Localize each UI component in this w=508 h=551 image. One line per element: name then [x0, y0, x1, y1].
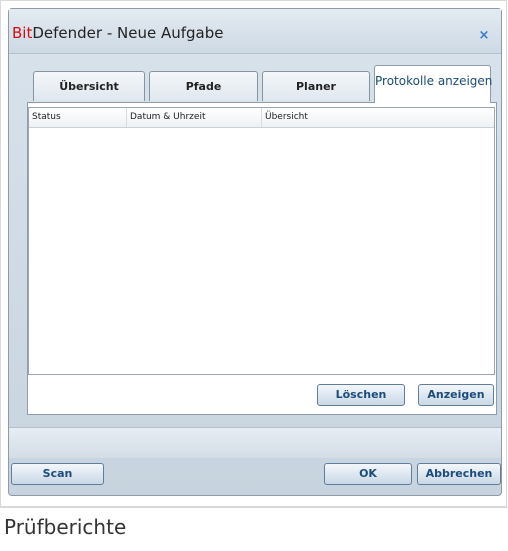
- column-header-date-time[interactable]: Datum & Uhrzeit: [127, 108, 262, 127]
- title-text: Defender - Neue Aufgabe: [32, 24, 224, 42]
- logs-panel: Status Datum & Uhrzeit Übersicht Löschen…: [27, 102, 497, 415]
- title-bar: BitDefender - Neue Aufgabe ×: [9, 9, 501, 54]
- delete-button[interactable]: Löschen: [317, 384, 405, 406]
- footer-separator: [9, 427, 501, 458]
- column-header-summary[interactable]: Übersicht: [262, 108, 494, 127]
- view-button[interactable]: Anzeigen: [418, 384, 494, 406]
- scan-button[interactable]: Scan: [11, 463, 104, 485]
- ok-button[interactable]: OK: [324, 463, 412, 485]
- tab-scheduler[interactable]: Planer: [262, 71, 370, 101]
- tab-strip: Übersicht Pfade Planer Protokolle anzeig…: [33, 65, 501, 103]
- column-header-status[interactable]: Status: [29, 108, 127, 127]
- tab-view-logs[interactable]: Protokolle anzeigen: [374, 65, 492, 103]
- list-header: Status Datum & Uhrzeit Übersicht: [29, 108, 494, 128]
- logs-list[interactable]: Status Datum & Uhrzeit Übersicht: [28, 107, 495, 375]
- tab-overview[interactable]: Übersicht: [33, 71, 145, 101]
- caption-divider: [0, 507, 508, 508]
- window-title: BitDefender - Neue Aufgabe: [12, 24, 223, 42]
- title-brand: Bit: [12, 24, 33, 42]
- cancel-button[interactable]: Abbrechen: [417, 463, 501, 485]
- close-icon[interactable]: ×: [477, 29, 491, 43]
- task-dialog: BitDefender - Neue Aufgabe × Übersicht P…: [8, 8, 502, 496]
- tab-paths[interactable]: Pfade: [149, 71, 258, 101]
- image-caption: Prüfberichte: [4, 515, 127, 539]
